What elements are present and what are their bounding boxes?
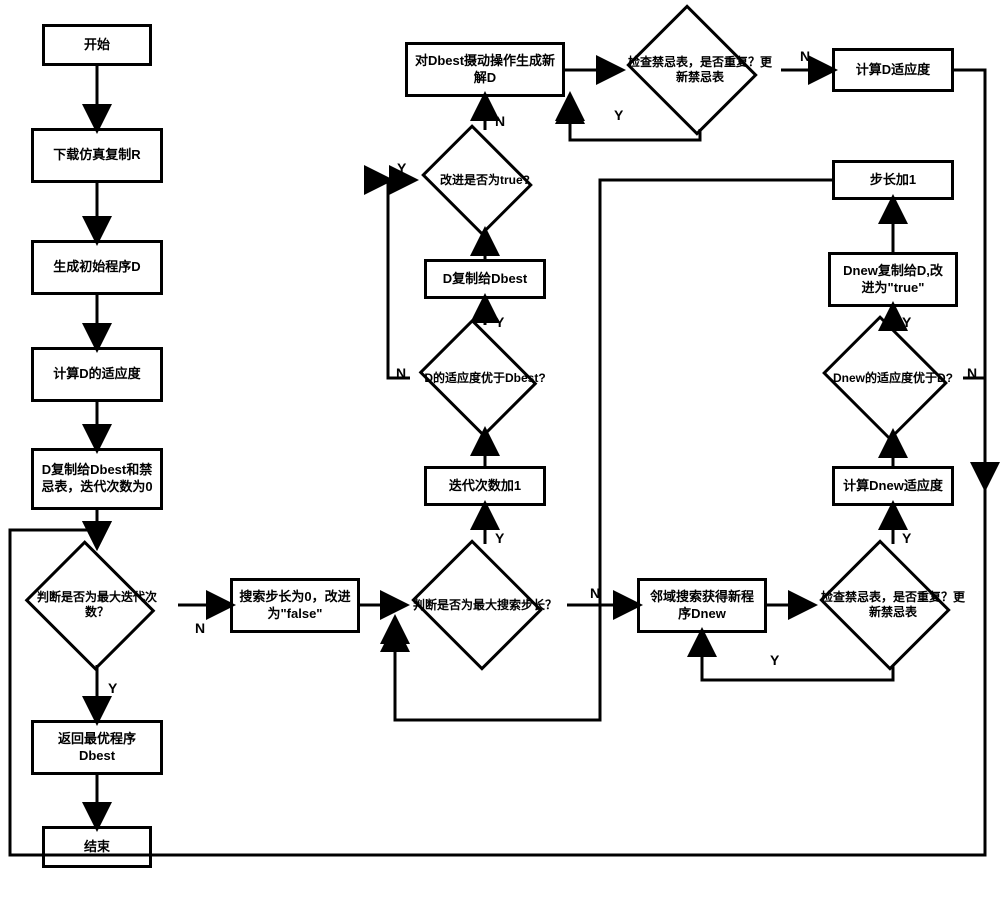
label-y: Y bbox=[495, 314, 504, 330]
label-y: Y bbox=[770, 652, 779, 668]
node-return-dbest: 返回最优程序Dbest bbox=[31, 720, 163, 775]
node-step0: 搜索步长为0，改进为"false" bbox=[230, 578, 360, 633]
node-start: 开始 bbox=[42, 24, 152, 66]
node-download-r: 下载仿真复制R bbox=[31, 128, 163, 183]
label-y: Y bbox=[614, 107, 623, 123]
node-perturb-dbest: 对Dbest摄动操作生成新解D bbox=[405, 42, 565, 97]
label-y: Y bbox=[902, 530, 911, 546]
node-copy-d-to-dbest: D复制给Dbest bbox=[424, 259, 546, 299]
label-n: N bbox=[800, 48, 810, 64]
node-end: 结束 bbox=[42, 826, 152, 868]
label-y: Y bbox=[495, 530, 504, 546]
node-iter-plus1: 迭代次数加1 bbox=[424, 466, 546, 506]
node-calc-d-fitness: 计算D的适应度 bbox=[31, 347, 163, 402]
label-y: Y bbox=[397, 160, 406, 176]
label-n: N bbox=[396, 365, 406, 381]
node-dnew-copy: Dnew复制给D,改进为"true" bbox=[828, 252, 958, 307]
node-step-plus1: 步长加1 bbox=[832, 160, 954, 200]
label-n: N bbox=[195, 620, 205, 636]
label-n: N bbox=[495, 113, 505, 129]
label-n: N bbox=[590, 585, 600, 601]
label-n: N bbox=[967, 365, 977, 381]
node-copy-dbest: D复制给Dbest和禁忌表，迭代次数为0 bbox=[31, 448, 163, 510]
node-init-d: 生成初始程序D bbox=[31, 240, 163, 295]
node-calc-d-fit2: 计算D适应度 bbox=[832, 48, 954, 92]
label-y: Y bbox=[902, 314, 911, 330]
node-neighbor-search: 邻域搜索获得新程序Dnew bbox=[637, 578, 767, 633]
node-calc-dnew-fit: 计算Dnew适应度 bbox=[832, 466, 954, 506]
label-y: Y bbox=[108, 680, 117, 696]
